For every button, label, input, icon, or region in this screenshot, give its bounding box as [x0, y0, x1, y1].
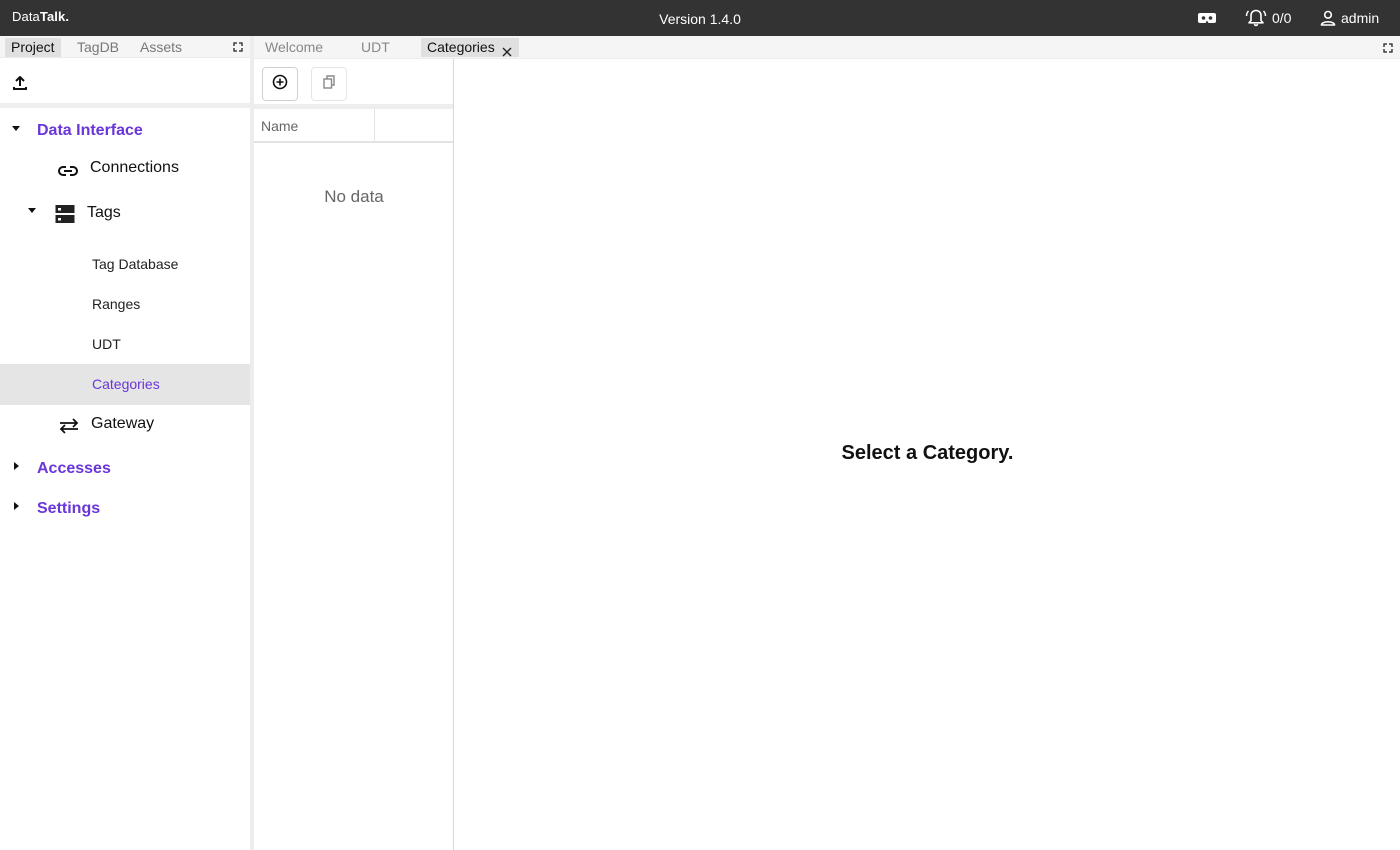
brand-bold: Talk. — [39, 9, 70, 24]
upload-icon[interactable] — [12, 75, 28, 96]
left-tab-strip: Project TagDB Assets — [0, 36, 250, 58]
fullscreen-icon[interactable] — [1382, 41, 1394, 53]
app-logo[interactable]: DataTalk. — [12, 9, 69, 24]
fullscreen-icon[interactable] — [232, 40, 244, 52]
tab-assets[interactable]: Assets — [134, 38, 188, 57]
tree-label-settings: Settings — [37, 500, 101, 517]
tree-node-categories[interactable]: Categories — [0, 364, 250, 405]
user-icon — [1319, 9, 1337, 27]
tree-node-accesses[interactable]: Accesses — [0, 450, 250, 488]
tree-node-gateway[interactable]: Gateway — [0, 406, 250, 446]
tree-label-tag-database: Tag Database — [92, 256, 179, 272]
user-menu[interactable]: admin — [1319, 8, 1379, 28]
table-header: Name — [254, 109, 453, 143]
tree-label-ranges: Ranges — [92, 296, 141, 312]
caret-down-icon[interactable] — [28, 208, 36, 213]
alarm-count: 0/0 — [1272, 10, 1292, 26]
tab-categories[interactable]: Categories — [421, 38, 519, 57]
add-category-button[interactable] — [262, 67, 298, 101]
user-name: admin — [1341, 10, 1380, 26]
tree-node-tags[interactable]: Tags — [0, 194, 250, 236]
tree-node-ranges[interactable]: Ranges — [0, 284, 250, 324]
tab-project[interactable]: Project — [5, 38, 61, 57]
editor-tab-strip: Welcome UDT Categories — [254, 36, 1400, 59]
vr-button[interactable] — [1197, 8, 1217, 28]
tree-label-categories: Categories — [92, 376, 160, 392]
vr-headset-icon — [1197, 10, 1217, 26]
alarm-bell-icon — [1244, 8, 1268, 28]
tree-node-tag-database[interactable]: Tag Database — [0, 244, 250, 284]
storage-icon — [55, 204, 75, 229]
tree-label-connections: Connections — [90, 159, 179, 176]
empty-state-text: No data — [324, 187, 384, 206]
swap-icon — [58, 417, 80, 440]
close-icon[interactable] — [502, 43, 512, 57]
category-detail-panel: Select a Category. — [455, 59, 1400, 850]
caret-right-icon[interactable] — [14, 462, 19, 470]
tab-tagdb[interactable]: TagDB — [71, 38, 125, 57]
brand-light: Data — [12, 9, 40, 24]
project-panel: Project TagDB Assets Data Interface Conn… — [0, 36, 250, 850]
alarm-button[interactable]: 0/0 — [1244, 8, 1291, 28]
category-list-panel: Name No data — [254, 59, 454, 850]
link-icon — [57, 164, 79, 183]
copy-category-button[interactable] — [311, 67, 347, 101]
tree-node-udt[interactable]: UDT — [0, 324, 250, 364]
tree-label-udt: UDT — [92, 336, 121, 352]
category-toolbar — [254, 59, 453, 109]
tab-udt[interactable]: UDT — [355, 38, 396, 57]
top-bar: DataTalk. Version 1.4.0 0/0 admin — [0, 0, 1400, 36]
caret-right-icon[interactable] — [14, 502, 19, 510]
select-category-placeholder: Select a Category. — [841, 442, 1014, 464]
column-header-name[interactable]: Name — [261, 118, 298, 134]
tree-label-data-interface: Data Interface — [37, 122, 143, 139]
tree-node-connections[interactable]: Connections — [0, 150, 250, 190]
tab-categories-label: Categories — [427, 39, 495, 55]
version-label: Version 1.4.0 — [659, 11, 741, 27]
tree-node-settings[interactable]: Settings — [0, 490, 250, 528]
tree-label-gateway: Gateway — [91, 415, 155, 432]
tree-node-data-interface[interactable]: Data Interface — [0, 112, 250, 148]
copy-icon — [322, 74, 336, 95]
tree-label-accesses: Accesses — [37, 460, 111, 477]
caret-down-icon[interactable] — [12, 126, 20, 131]
tab-welcome[interactable]: Welcome — [259, 38, 329, 57]
add-circle-icon — [272, 74, 288, 95]
tree-label-tags: Tags — [87, 204, 121, 221]
project-toolbar — [0, 58, 250, 108]
column-separator[interactable] — [374, 109, 375, 141]
